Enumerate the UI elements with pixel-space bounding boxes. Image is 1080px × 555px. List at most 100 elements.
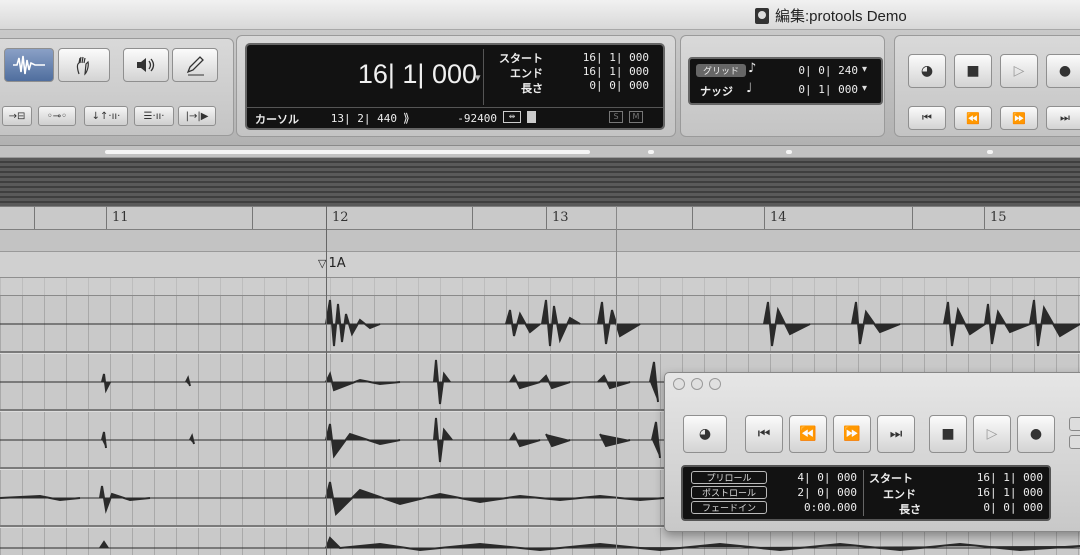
start-label: スタート: [499, 52, 543, 65]
length-value[interactable]: 0| 0| 000: [973, 501, 1043, 514]
tempo-ruler[interactable]: [0, 230, 1080, 252]
return-to-zero-button[interactable]: ⏮: [908, 106, 946, 130]
window-title: 編集:protools Demo: [755, 5, 907, 26]
smart-button-5[interactable]: |→|▶: [178, 106, 216, 126]
waveform: [0, 536, 1080, 552]
rewind-icon: ⏪: [966, 111, 980, 125]
collapse-button[interactable]: [1069, 435, 1080, 449]
protools-edit-window: 編集:protools Demo →⊟ ◦⊸◦ ↓↑·ıı· ☰·ıı· |→|…: [0, 0, 1080, 555]
speaker-icon: [137, 58, 155, 72]
end-value[interactable]: 16| 1| 000: [973, 486, 1043, 499]
fast-forward-icon: ⏩: [1012, 111, 1026, 125]
marker-1a[interactable]: ▽ 1A: [318, 256, 346, 271]
preroll-value[interactable]: 4| 0| 000: [787, 471, 857, 484]
start-label: スタート: [869, 472, 913, 485]
waveform-zoom-icon: [13, 55, 45, 75]
online-icon: ◕: [698, 426, 712, 442]
quarter-note-icon: ♩: [746, 81, 753, 96]
zoom-button[interactable]: [709, 378, 721, 390]
online-button[interactable]: ◕: [908, 54, 946, 88]
rewind-button[interactable]: ⏪: [789, 415, 827, 453]
timeline-ruler-area[interactable]: [0, 158, 1080, 206]
grabber-tool-button[interactable]: [58, 48, 110, 82]
grid-label[interactable]: グリッド: [696, 64, 746, 77]
go-to-end-icon: ⏭: [1060, 111, 1070, 124]
pencil-icon: [186, 56, 204, 76]
grid-dropdown-icon[interactable]: ▾: [862, 64, 867, 75]
record-button[interactable]: ●: [1046, 54, 1080, 88]
link-timeline-icon[interactable]: ⇹: [503, 111, 521, 123]
fadein-value[interactable]: 0:00.000: [787, 501, 857, 514]
fast-forward-button[interactable]: ⏩: [1000, 106, 1038, 130]
nudge-value[interactable]: 0| 1| 000: [788, 83, 858, 96]
rewind-button[interactable]: ⏪: [954, 106, 992, 130]
marker-label: 1A: [328, 256, 346, 271]
document-icon: [755, 7, 769, 24]
play-icon: ▷: [1013, 63, 1025, 79]
cursor-value: 13| 2| 440: [330, 112, 397, 125]
waveform-cursor-icon: ⟫: [403, 111, 410, 125]
sample-value: -92400: [457, 112, 497, 125]
expand-button[interactable]: [1069, 417, 1080, 431]
preroll-button[interactable]: プリロール: [691, 471, 767, 484]
audio-track-1[interactable]: [0, 296, 1080, 353]
smart-button-3[interactable]: ↓↑·ıı·: [84, 106, 128, 126]
end-value[interactable]: 16| 1| 000: [579, 65, 649, 78]
play-button[interactable]: ▷: [973, 415, 1011, 453]
stop-icon: ■: [941, 426, 955, 442]
nudge-label[interactable]: ナッジ: [700, 83, 733, 99]
go-to-end-button[interactable]: ⏭: [877, 415, 915, 453]
fast-forward-icon: ⏩: [843, 426, 861, 442]
go-to-end-icon: ⏭: [889, 426, 903, 442]
start-value[interactable]: 16| 1| 000: [579, 51, 649, 64]
play-button[interactable]: ▷: [1000, 54, 1038, 88]
selection-line: [326, 206, 327, 555]
bar-number: 15: [990, 210, 1007, 225]
record-icon: ●: [1058, 63, 1072, 79]
close-button[interactable]: [673, 378, 685, 390]
solo-indicator[interactable]: S: [609, 111, 623, 123]
record-button[interactable]: ●: [1017, 415, 1055, 453]
smart-button-4[interactable]: ☰·ıı·: [134, 106, 174, 126]
mute-indicator[interactable]: M: [629, 111, 643, 123]
minimize-button[interactable]: [691, 378, 703, 390]
bar-number: 13: [552, 210, 569, 225]
postroll-value[interactable]: 2| 0| 000: [787, 486, 857, 499]
stop-icon: ■: [966, 63, 980, 79]
return-to-zero-icon: ⏮: [922, 111, 932, 124]
counter-dropdown-icon[interactable]: ▾: [475, 71, 481, 84]
fast-forward-button[interactable]: ⏩: [833, 415, 871, 453]
stop-button[interactable]: ■: [954, 54, 992, 88]
smart-button-1[interactable]: →⊟: [2, 106, 32, 126]
start-value[interactable]: 16| 1| 000: [973, 471, 1043, 484]
transport-window: ◕ ⏮ ⏪ ⏩ ⏭ ■ ▷ ● プリロール ポストロール フェードイン 4| 0…: [664, 372, 1080, 532]
grid-nudge-display: グリッド ♪ 0| 0| 240 ▾ ナッジ ♩ 0| 1| 000 ▾: [688, 57, 883, 105]
go-to-end-button[interactable]: ⏭: [1046, 106, 1080, 130]
overview-strip[interactable]: [0, 146, 1080, 158]
length-label: 長さ: [521, 82, 543, 95]
stop-button[interactable]: ■: [929, 415, 967, 453]
bars-beats-ruler[interactable]: 11 12 13 14 15: [0, 206, 1080, 230]
end-label: エンド: [883, 488, 916, 501]
bar-number: 11: [112, 210, 129, 225]
smart-button-2[interactable]: ◦⊸◦: [38, 106, 76, 126]
record-icon: ●: [1029, 426, 1043, 442]
main-counter-value: 16| 1| 000: [357, 59, 477, 89]
length-value[interactable]: 0| 0| 000: [579, 79, 649, 92]
return-to-zero-button[interactable]: ⏮: [745, 415, 783, 453]
fadein-button[interactable]: フェードイン: [691, 501, 767, 514]
speaker-tool-button[interactable]: [123, 48, 169, 82]
note-icon: ♪: [748, 61, 757, 76]
grid-value[interactable]: 0| 0| 240: [788, 64, 858, 77]
zoomer-tool-button[interactable]: [4, 48, 54, 82]
transport-counter: プリロール ポストロール フェードイン 4| 0| 000 2| 0| 000 …: [681, 465, 1051, 521]
memory-icon: [527, 111, 536, 123]
postroll-button[interactable]: ポストロール: [691, 486, 767, 499]
markers-ruler[interactable]: ▽ 1A: [0, 252, 1080, 278]
nudge-dropdown-icon[interactable]: ▾: [862, 83, 867, 94]
pencil-tool-button[interactable]: [172, 48, 218, 82]
online-button[interactable]: ◕: [683, 415, 727, 453]
main-counter[interactable]: 16| 1| 000 ▾ スタート エンド 長さ 16| 1| 000 16| …: [245, 43, 665, 130]
audio-track-5[interactable]: [0, 528, 1080, 555]
grid-lines-row: [0, 278, 1080, 296]
